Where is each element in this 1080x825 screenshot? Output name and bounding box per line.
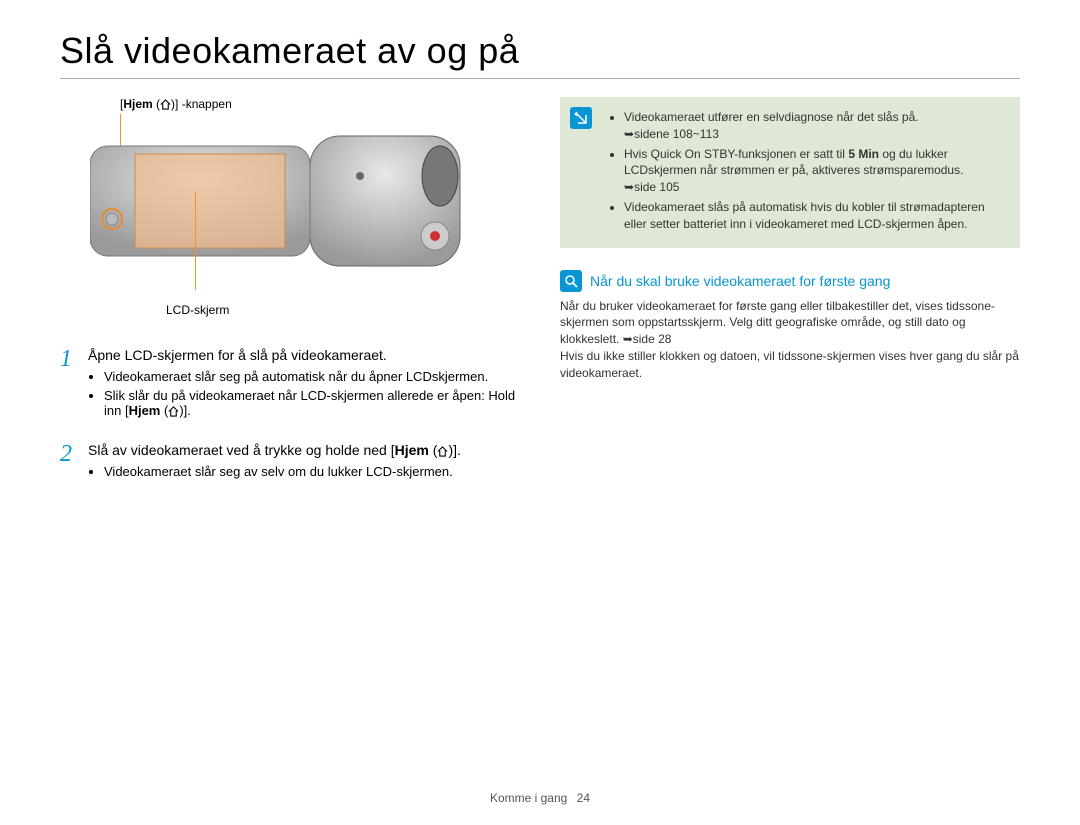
info-bullet-1: Videokameraet utfører en selvdiagnose nå… — [624, 109, 1006, 143]
magnifier-icon — [560, 270, 582, 292]
step-1-text: Åpne LCD-skjermen for å slå på videokame… — [88, 347, 520, 363]
camera-illustration — [90, 121, 470, 281]
step-number: 2 — [60, 442, 78, 485]
step-2-bullet-1: Videokameraet slår seg av selv om du luk… — [104, 464, 461, 479]
info-bullet-2: Hvis Quick On STBY-funksjonen er satt ti… — [624, 146, 1006, 196]
step-2: 2 Slå av videokameraet ved å trykke og h… — [60, 442, 520, 485]
step-1: 1 Åpne LCD-skjermen for å slå på videoka… — [60, 347, 520, 424]
first-time-section: Når du skal bruke videokameraet for førs… — [560, 270, 1020, 382]
callout-lcd-screen: LCD-skjerm — [166, 303, 229, 317]
footer-page-number: 24 — [577, 791, 590, 805]
callout-home-button: [Hjem ()] -knappen — [120, 97, 232, 111]
info-note-box: Videokameraet utfører en selvdiagnose nå… — [560, 97, 1020, 248]
home-icon — [160, 99, 171, 110]
camera-figure: [Hjem ()] -knappen — [60, 97, 460, 317]
footer-section: Komme i gang — [490, 791, 567, 805]
home-icon — [168, 406, 179, 417]
first-time-heading: Når du skal bruke videokameraet for førs… — [590, 273, 890, 289]
step-2-text: Slå av videokameraet ved å trykke og hol… — [88, 442, 461, 458]
info-bullet-3: Videokameraet slås på automatisk hvis du… — [624, 199, 1006, 233]
first-time-body: Når du bruker videokameraet for første g… — [560, 298, 1020, 382]
step-1-bullet-2: Slik slår du på videokameraet når LCD-sk… — [104, 388, 520, 418]
note-icon — [570, 107, 592, 129]
step-1-bullet-1: Videokameraet slår seg på automatisk når… — [104, 369, 520, 384]
page-title: Slå videokameraet av og på — [60, 30, 1020, 79]
page-footer: Komme i gang 24 — [0, 791, 1080, 805]
home-icon — [437, 446, 448, 457]
step-number: 1 — [60, 347, 78, 424]
